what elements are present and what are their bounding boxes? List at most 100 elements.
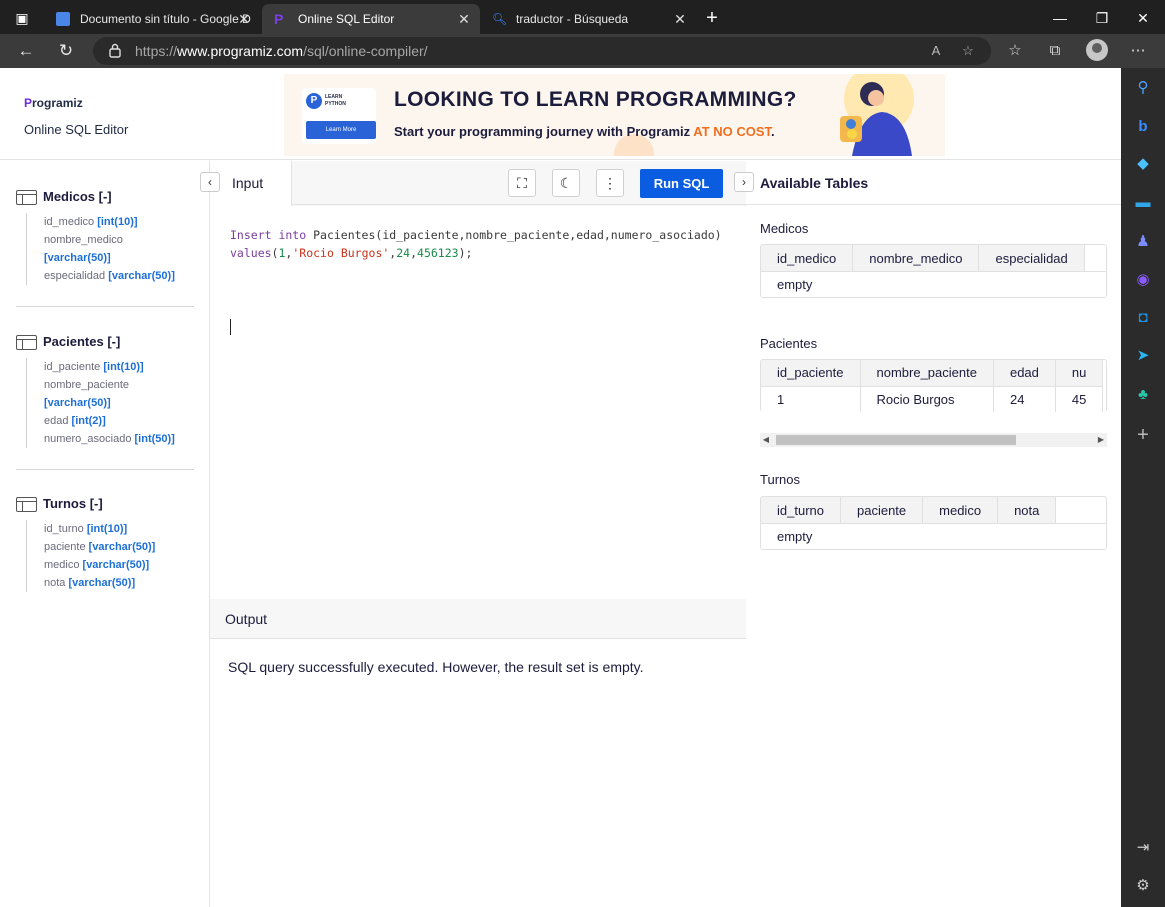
close-window-icon[interactable]: ✕ (1133, 8, 1153, 28)
table-label: Pacientes (760, 336, 818, 351)
table-header-cell: id_medico (761, 245, 854, 271)
column-item: edad [int(2)] (44, 415, 106, 427)
hide-sidebar-icon[interactable]: ⇥ (1133, 838, 1153, 858)
column-list: id_medico [int(10)] nombre_medico [varcha… (26, 213, 196, 285)
table-cell: 1 (761, 385, 861, 412)
available-tables-panel: Available Tables Medicos id_medico nombr… (746, 161, 1121, 907)
text-cursor (230, 319, 231, 335)
output-header: Output (210, 599, 746, 639)
table-icon (16, 497, 37, 512)
table-header-cell: especialidad (978, 245, 1085, 271)
tab-online-sql-editor[interactable]: P Online SQL Editor ✕ (262, 4, 480, 34)
add-icon[interactable]: + (1133, 425, 1153, 445)
close-tab-icon[interactable]: ✕ (456, 4, 472, 34)
column-item: numero_asociado [int(50)] (44, 433, 175, 445)
fullscreen-icon[interactable]: ⛶ (508, 169, 536, 197)
table-header-cell: paciente (840, 497, 924, 523)
ad-subtitle: Start your programming journey with Prog… (394, 124, 775, 139)
table-label: Turnos (760, 472, 800, 487)
horizontal-scrollbar[interactable]: ◀ ▶ (760, 433, 1107, 447)
tab-google-docs[interactable]: Documento sin título - Google D ✕ (44, 4, 260, 34)
python-badge-icon: P (306, 93, 322, 109)
column-item: nombre_medico [varchar(50)] (44, 234, 123, 264)
tab-actions-icon[interactable]: ▣ (12, 8, 32, 28)
shopping-icon[interactable]: ◆ (1133, 154, 1153, 174)
send-icon[interactable]: ➤ (1133, 346, 1153, 366)
column-item: especialidad [varchar(50)] (44, 270, 175, 282)
table-header-cell: id_turno (761, 497, 841, 523)
refresh-icon[interactable]: ↻ (55, 40, 77, 62)
scroll-left-icon[interactable]: ◀ (760, 433, 772, 447)
tab-input[interactable]: Input (210, 161, 292, 206)
close-tab-icon[interactable]: ✕ (672, 4, 688, 34)
address-bar: ← ↻ https://www.programiz.com/sql/online… (0, 34, 1165, 68)
table-header-cell: nu (1055, 360, 1104, 386)
run-sql-button[interactable]: Run SQL (640, 169, 723, 198)
more-options-icon[interactable]: ⋯ (1127, 40, 1149, 62)
schema-table-header[interactable]: Turnos [-] (16, 494, 196, 514)
column-list: id_paciente [int(10)] nombre_paciente [va… (26, 358, 196, 448)
bing-icon[interactable]: b (1133, 117, 1153, 137)
schema-table-header[interactable]: Medicos [-] (16, 187, 196, 207)
table-icon (16, 190, 37, 205)
minimize-icon[interactable]: — (1050, 8, 1070, 28)
tree-icon[interactable]: ♣ (1133, 385, 1153, 405)
table-cell: Rocio Burgos (860, 385, 994, 412)
empty-row: empty (761, 523, 1106, 549)
google-docs-icon (56, 12, 70, 26)
new-tab-icon[interactable]: + (702, 8, 722, 28)
editor-panel: Input ⛶ ☾ ⋮ Run SQL Insert into Paciente… (210, 161, 746, 907)
learn-more-button[interactable]: Learn More (306, 121, 376, 139)
collections-icon[interactable]: ⧉ (1044, 40, 1066, 62)
schema-table-pacientes: Pacientes [-] id_paciente [int(10)] nomb… (16, 332, 196, 448)
add-favorite-icon[interactable]: ☆ (959, 42, 977, 60)
url-field[interactable]: https://www.programiz.com/sql/online-com… (93, 37, 991, 65)
office-icon[interactable]: ◉ (1133, 270, 1153, 290)
expand-panel-button[interactable]: › (734, 172, 754, 192)
table-header-cell: nombre_medico (852, 245, 980, 271)
tab-title: Documento sin título - Google D (80, 12, 251, 26)
tab-title: Online SQL Editor (298, 12, 395, 26)
table-label: Medicos (760, 221, 809, 236)
read-aloud-icon[interactable]: A (927, 42, 945, 60)
schema-sidebar: Medicos [-] id_medico [int(10)] nombre_m… (0, 161, 210, 907)
dark-mode-icon[interactable]: ☾ (552, 169, 580, 197)
collapse-sidebar-button[interactable]: ‹ (200, 172, 220, 192)
schema-table-header[interactable]: Pacientes [-] (16, 332, 196, 352)
ad-banner[interactable]: P LEARN PYTHON Learn More LOOKING TO LEAR… (284, 74, 945, 156)
scrollbar-thumb[interactable] (776, 435, 1016, 445)
table-header-cell: id_paciente (761, 360, 861, 386)
table-header-cell: nota (997, 497, 1057, 523)
schema-table-turnos: Turnos [-] id_turno [int(10)] paciente [… (16, 494, 196, 592)
code-editor[interactable]: Insert into Pacientes(id_paciente,nombre… (210, 206, 746, 599)
back-icon[interactable]: ← (15, 40, 37, 62)
divider (16, 306, 194, 307)
output-message: SQL query successfully executed. However… (228, 659, 644, 675)
tools-icon[interactable]: ▬ (1133, 193, 1153, 213)
table-grid-turnos: id_turno paciente medico nota empty (760, 496, 1107, 550)
scroll-right-icon[interactable]: ▶ (1095, 433, 1107, 447)
table-icon (16, 335, 37, 350)
web-page: Programiz Online SQL Editor P LEARN PYTHO… (0, 68, 1121, 907)
tab-traductor-busqueda[interactable]: 🔍︎ traductor - Búsqueda ✕ (480, 4, 696, 34)
programiz-logo[interactable]: Programiz (24, 96, 83, 110)
ad-illustration (840, 82, 912, 156)
outlook-icon[interactable]: ◘ (1133, 308, 1153, 328)
search-icon[interactable]: ⚲ (1133, 78, 1153, 98)
profile-avatar[interactable] (1086, 39, 1108, 61)
close-tab-icon[interactable]: ✕ (236, 4, 252, 34)
table-header-cell: medico (922, 497, 999, 523)
programiz-favicon-icon: P (274, 11, 284, 27)
favorites-icon[interactable]: ☆ (1004, 40, 1026, 62)
table-grid-medicos: id_medico nombre_medico especialidad emp… (760, 244, 1107, 298)
editor-toolbar: Input ⛶ ☾ ⋮ Run SQL (210, 161, 746, 206)
column-item: medico [varchar(50)] (44, 559, 150, 571)
browser-tab-bar: ▣ Documento sin título - Google D ✕ P On… (0, 0, 1165, 36)
games-icon[interactable]: ♟ (1133, 232, 1153, 252)
restore-icon[interactable]: ❐ (1092, 8, 1112, 28)
table-header-cell: edad (993, 360, 1056, 386)
settings-gear-icon[interactable]: ⚙ (1133, 876, 1153, 896)
divider (16, 469, 194, 470)
column-item: id_paciente [int(10)] (44, 361, 144, 373)
more-vertical-icon[interactable]: ⋮ (596, 169, 624, 197)
